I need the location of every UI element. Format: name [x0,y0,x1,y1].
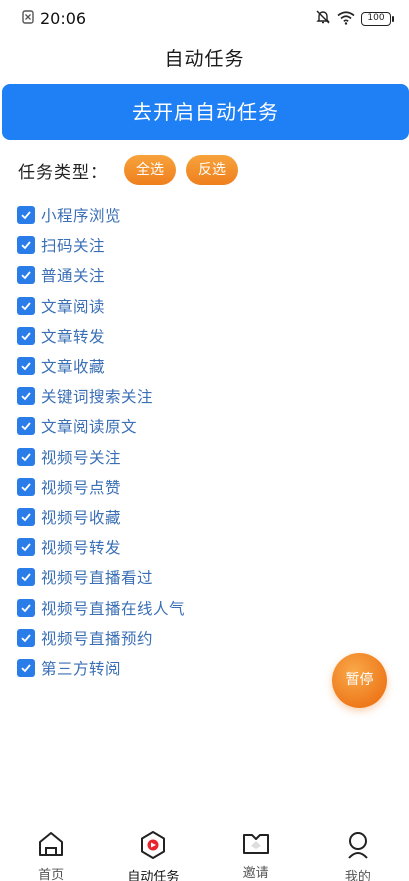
nav-item-invite[interactable]: 邀请 [205,820,307,881]
mute-icon [315,9,331,29]
bottom-nav: 首页 自动任务 邀请 我的 [0,820,409,881]
checkbox-checked-icon[interactable] [17,326,35,345]
checkbox-checked-icon[interactable] [17,417,35,436]
checkbox-checked-icon[interactable] [17,266,35,285]
status-bar: 20:06 100 [0,0,409,36]
checkbox-checked-icon[interactable] [17,628,35,647]
task-label: 扫码关注 [41,237,106,256]
task-label: 文章转发 [41,327,106,346]
task-item[interactable]: 文章阅读原文 [17,411,377,441]
status-right: 100 [315,9,394,29]
task-label: 视频号直播预约 [41,629,154,648]
task-item[interactable]: 小程序浏览 [17,200,377,230]
task-label: 小程序浏览 [41,207,122,226]
checkbox-checked-icon[interactable] [17,507,35,526]
task-label: 文章收藏 [41,358,106,377]
task-item[interactable]: 关键词搜索关注 [17,381,377,411]
task-item[interactable]: 文章转发 [17,321,377,351]
home-icon [35,830,67,858]
nav-label-auto-task: 自动任务 [127,870,180,881]
task-item[interactable]: 视频号点赞 [17,472,377,502]
task-label: 视频号直播在线人气 [41,599,186,618]
checkbox-checked-icon[interactable] [17,236,35,255]
task-item[interactable]: 文章阅读 [17,291,377,321]
task-label: 文章阅读 [41,297,106,316]
start-auto-task-button[interactable]: 去开启自动任务 [2,84,409,140]
profile-icon [342,830,374,860]
task-type-row: 任务类型： 全选 反选 [18,154,248,186]
task-label: 文章阅读原文 [41,418,138,437]
nav-item-home[interactable]: 首页 [0,820,102,881]
checkbox-checked-icon[interactable] [17,568,35,587]
task-label: 普通关注 [41,267,106,286]
pause-button[interactable]: 暂停 [332,653,387,708]
task-label: 视频号点赞 [41,478,122,497]
task-item[interactable]: 视频号转发 [17,532,377,562]
nav-item-auto-task[interactable]: 自动任务 [102,820,204,881]
task-item[interactable]: 扫码关注 [17,230,377,260]
title-bar: 自动任务 [0,36,409,82]
checkbox-checked-icon[interactable] [17,598,35,617]
select-all-button[interactable]: 全选 [124,155,176,185]
task-label: 第三方转阅 [41,659,122,678]
task-label: 视频号转发 [41,539,122,558]
page-title: 自动任务 [164,48,245,70]
task-label: 视频号直播看过 [41,569,154,588]
checkbox-checked-icon[interactable] [17,477,35,496]
invert-selection-button[interactable]: 反选 [186,155,238,185]
nav-label-profile: 我的 [344,870,371,881]
status-left: 20:06 [22,9,86,28]
checkbox-checked-icon[interactable] [17,658,35,677]
task-type-label: 任务类型： [18,162,108,183]
checkbox-checked-icon[interactable] [17,357,35,376]
nav-label-home: 首页 [38,868,65,881]
checkbox-checked-icon[interactable] [17,387,35,406]
battery-indicator: 100 [361,12,394,26]
task-item[interactable]: 第三方转阅 [17,653,377,683]
task-item[interactable]: 普通关注 [17,260,377,290]
task-label: 视频号收藏 [41,508,122,527]
nav-label-invite: 邀请 [242,866,269,881]
task-label: 关键词搜索关注 [41,388,154,407]
task-item[interactable]: 视频号收藏 [17,502,377,532]
task-label: 视频号关注 [41,448,122,467]
task-item[interactable]: 视频号直播在线人气 [17,592,377,622]
checkbox-checked-icon[interactable] [17,538,35,557]
task-item[interactable]: 文章收藏 [17,351,377,381]
checkbox-checked-icon[interactable] [17,296,35,315]
checkbox-checked-icon[interactable] [17,447,35,466]
nav-item-profile[interactable]: 我的 [307,820,409,881]
invite-icon [240,830,272,856]
auto-task-icon [137,830,169,860]
task-item[interactable]: 视频号直播看过 [17,562,377,592]
notification-icon [22,9,34,28]
task-item[interactable]: 视频号关注 [17,442,377,472]
status-time: 20:06 [40,9,87,28]
task-list: 小程序浏览 扫码关注 普通关注 文章阅读 文章转发 文章收藏 关键词搜索关注 文… [17,200,377,683]
task-item[interactable]: 视频号直播预约 [17,623,377,653]
wifi-icon [337,10,355,29]
checkbox-checked-icon[interactable] [17,206,35,225]
